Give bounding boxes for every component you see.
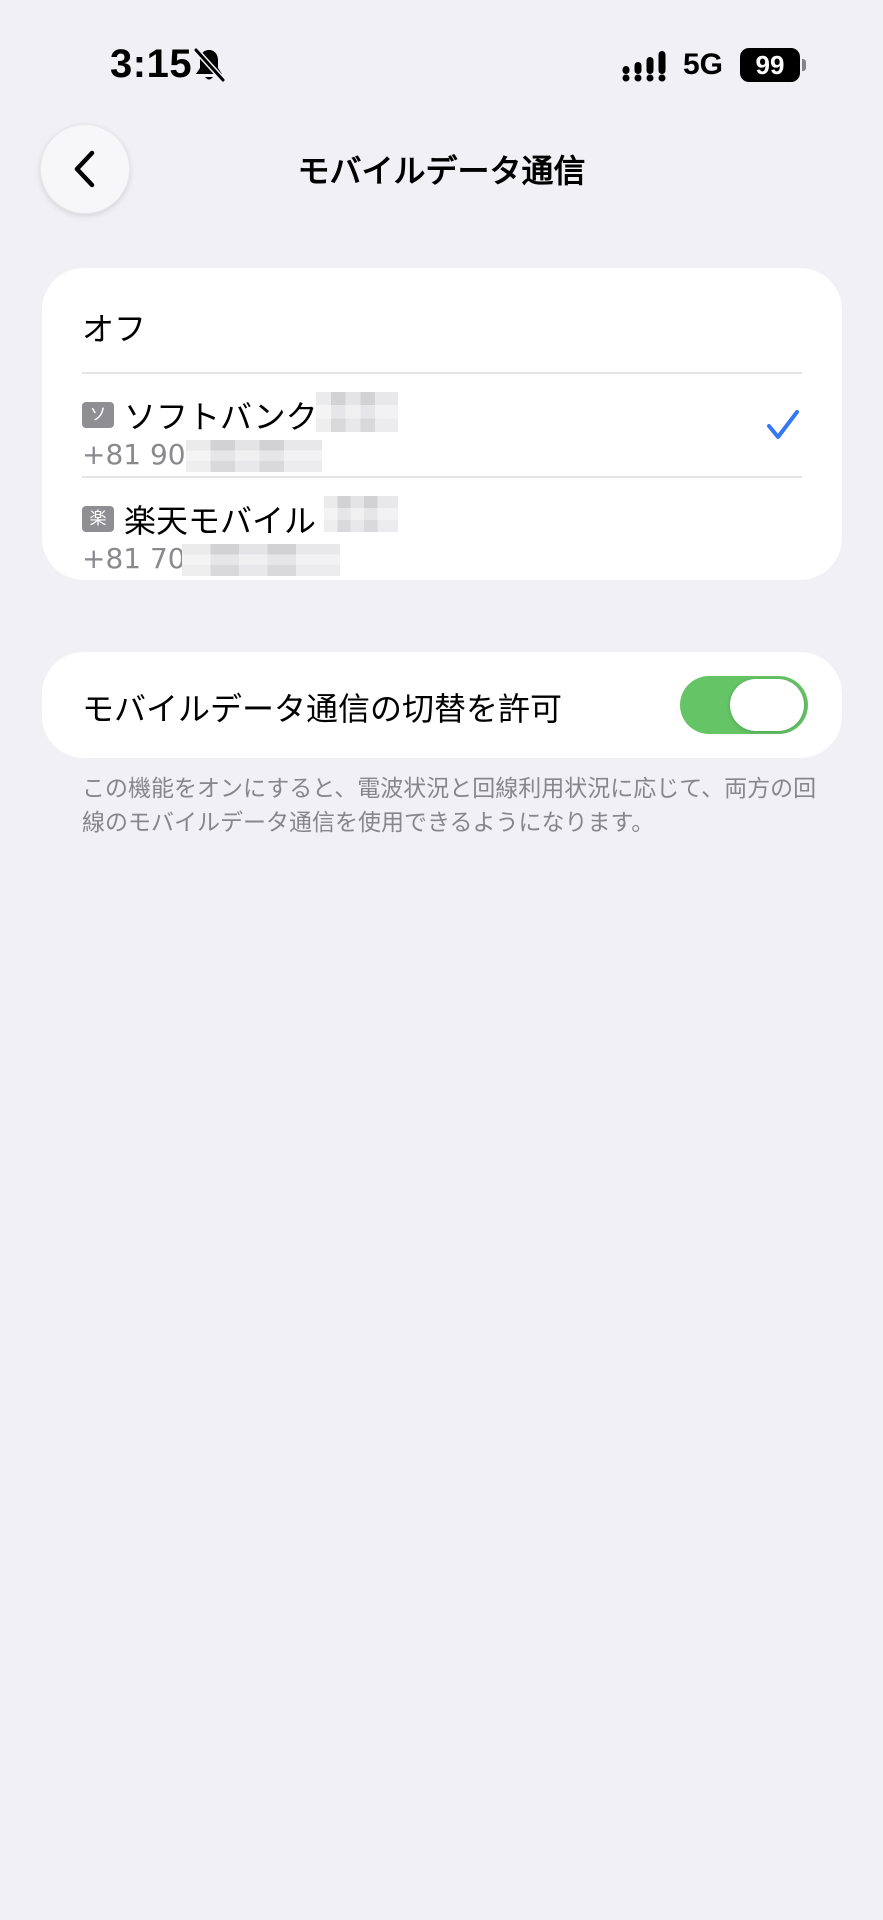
toggle-knob (730, 679, 804, 731)
data-switching-toggle[interactable] (680, 676, 808, 734)
redacted-line-label (324, 496, 398, 532)
carrier-name: 楽天モバイル (124, 502, 317, 540)
sim-badge: ソ (82, 402, 114, 428)
option-off[interactable]: オフ (82, 304, 146, 350)
battery-tip (802, 59, 806, 71)
signal-strength-icon (622, 51, 666, 82)
bell-slash-icon (193, 47, 226, 83)
sim-badge: 楽 (82, 506, 114, 532)
phone-number-prefix: +81 90 (82, 438, 186, 471)
sim-line-softbank[interactable]: ソ ソフトバンク +81 90 (82, 374, 802, 474)
checkmark-icon (767, 410, 799, 439)
sim-line-rakuten[interactable]: 楽 楽天モバイル +81 70 (82, 478, 802, 578)
redacted-phone-number (186, 440, 322, 472)
carrier-name: ソフトバンク (124, 398, 318, 436)
network-type-label: 5G (683, 48, 724, 81)
page-title: モバイルデータ通信 (297, 152, 586, 190)
battery-level: 99 (755, 50, 785, 80)
redacted-phone-number (182, 544, 340, 576)
data-switching-row: モバイルデータ通信の切替を許可 (42, 652, 842, 758)
status-time: 3:15 (110, 42, 193, 86)
battery-icon: 99 (740, 48, 800, 82)
phone-number-prefix: +81 70 (82, 542, 186, 575)
sim-selection-list: オフ ソ ソフトバンク +81 90 楽 楽天モバイル +81 70 (42, 268, 842, 580)
redacted-line-label (316, 392, 398, 432)
status-bar: 3:15 5G 99 (0, 0, 883, 120)
data-switching-footnote: この機能をオンにすると、電波状況と回線利用状況に応じて、両方の回線のモバイルデー… (82, 776, 817, 836)
data-switching-label: モバイルデータ通信の切替を許可 (82, 690, 563, 728)
